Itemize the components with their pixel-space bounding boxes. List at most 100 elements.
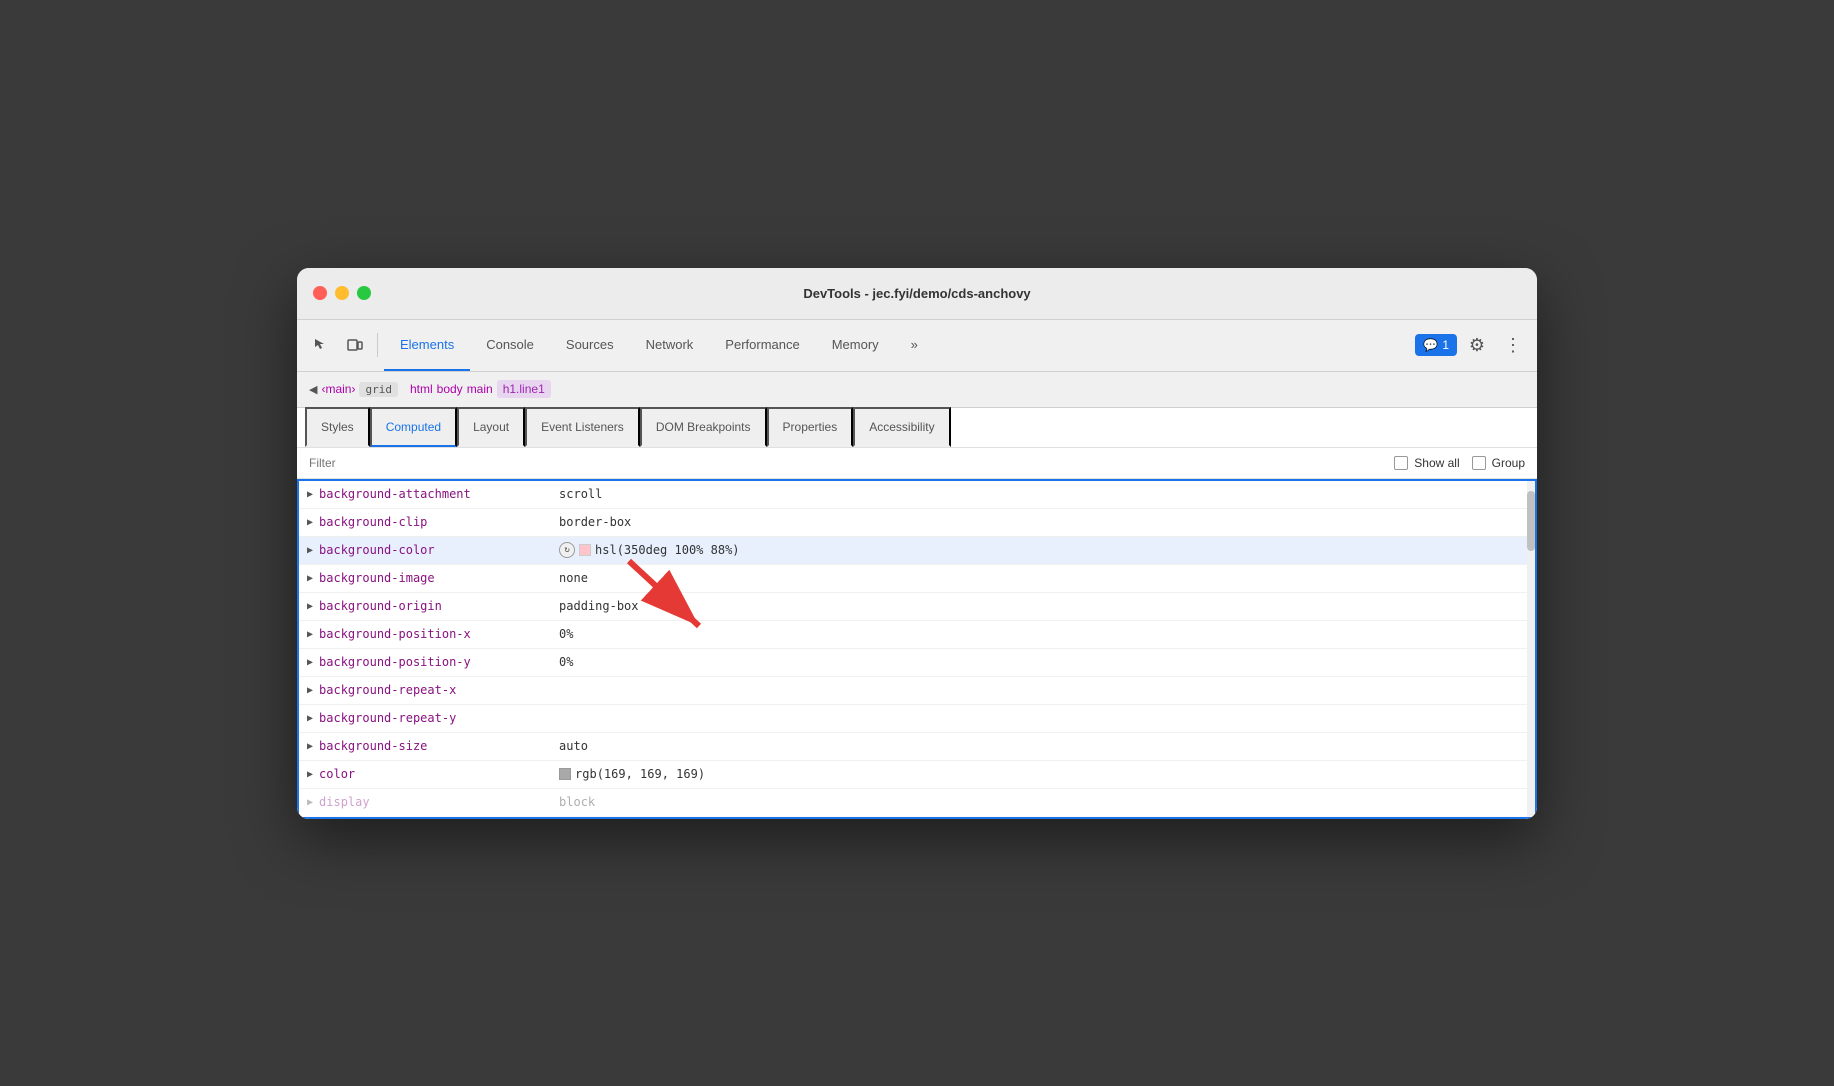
breadcrumb-main[interactable]: main <box>467 382 493 396</box>
prop-name: background-color <box>319 543 559 557</box>
tab-network[interactable]: Network <box>630 319 710 371</box>
more-options-button[interactable]: ⋮ <box>1497 329 1529 361</box>
expand-triangle[interactable]: ▶ <box>307 713 313 724</box>
prop-row-display[interactable]: ▶ display block <box>299 789 1535 817</box>
prop-name: background-size <box>319 739 559 753</box>
filter-bar: Show all Group <box>297 448 1537 479</box>
prop-row-background-repeat-y[interactable]: ▶ background-repeat-y <box>299 705 1535 733</box>
maximize-button[interactable] <box>357 286 371 300</box>
breadcrumb-h1[interactable]: h1.line1 <box>497 380 551 398</box>
prop-row-color[interactable]: ▶ color rgb(169, 169, 169) <box>299 761 1535 789</box>
prop-row-background-attachment[interactable]: ▶ background-attachment scroll <box>299 481 1535 509</box>
gear-icon: ⚙ <box>1469 335 1485 356</box>
prop-row-background-position-y[interactable]: ▶ background-position-y 0% <box>299 649 1535 677</box>
inherit-icon[interactable]: ↻ <box>559 542 575 558</box>
main-content: Show all Group ▶ background-attachment s… <box>297 448 1537 819</box>
prop-name: background-image <box>319 571 559 585</box>
breadcrumb-arrow: ◀ <box>309 383 317 396</box>
group-checkbox[interactable] <box>1472 456 1486 470</box>
prop-name: background-repeat-y <box>319 711 559 725</box>
close-button[interactable] <box>313 286 327 300</box>
prop-value: block <box>559 795 1527 809</box>
subtab-event-listeners[interactable]: Event Listeners <box>525 407 640 447</box>
minimize-button[interactable] <box>335 286 349 300</box>
show-all-checkbox[interactable] <box>1394 456 1408 470</box>
expand-triangle[interactable]: ▶ <box>307 601 313 612</box>
subtab-layout[interactable]: Layout <box>457 407 525 447</box>
prop-value: 0% <box>559 655 1527 669</box>
tab-sources[interactable]: Sources <box>550 319 630 371</box>
titlebar: DevTools - jec.fyi/demo/cds-anchovy <box>297 268 1537 320</box>
window-title: DevTools - jec.fyi/demo/cds-anchovy <box>803 286 1030 301</box>
show-all-label[interactable]: Show all <box>1394 456 1459 470</box>
subtab-properties[interactable]: Properties <box>767 407 854 447</box>
filter-input[interactable] <box>309 456 1386 470</box>
subtab-accessibility[interactable]: Accessibility <box>853 407 950 447</box>
tab-memory[interactable]: Memory <box>816 319 895 371</box>
property-list[interactable]: ▶ background-attachment scroll ▶ backgro… <box>297 479 1537 819</box>
tab-elements[interactable]: Elements <box>384 319 470 371</box>
breadcrumb-html[interactable]: html <box>410 382 433 396</box>
breadcrumb-bar: ◀ ‹main› grid html body main h1.line1 <box>297 372 1537 408</box>
more-icon: ⋮ <box>1504 335 1522 356</box>
chat-badge-button[interactable]: 💬 1 <box>1415 334 1457 356</box>
prop-row-background-repeat-x[interactable]: ▶ background-repeat-x <box>299 677 1535 705</box>
device-toolbar-button[interactable] <box>339 329 371 361</box>
scrollbar-track[interactable] <box>1527 481 1535 817</box>
prop-row-background-origin[interactable]: ▶ background-origin padding-box <box>299 593 1535 621</box>
group-label[interactable]: Group <box>1472 456 1525 470</box>
expand-triangle[interactable]: ▶ <box>307 629 313 640</box>
prop-value: auto <box>559 739 1527 753</box>
main-toolbar: Elements Console Sources Network Perform… <box>297 320 1537 372</box>
toolbar-separator <box>377 333 378 357</box>
tab-more[interactable]: » <box>895 319 934 371</box>
prop-name: display <box>319 795 559 809</box>
color-swatch[interactable] <box>579 544 591 556</box>
prop-row-background-position-x[interactable]: ▶ background-position-x 0% <box>299 621 1535 649</box>
breadcrumb-grid-tag: grid <box>359 382 398 397</box>
prop-row-background-image[interactable]: ▶ background-image none <box>299 565 1535 593</box>
expand-triangle[interactable]: ▶ <box>307 685 313 696</box>
scrollbar-thumb[interactable] <box>1527 491 1535 551</box>
prop-value: ↻ hsl(350deg 100% 88%) <box>559 542 1527 558</box>
subtab-dom-breakpoints[interactable]: DOM Breakpoints <box>640 407 767 447</box>
subtabs: Styles Computed Layout Event Listeners D… <box>297 408 1537 448</box>
prop-value: 0% <box>559 627 1527 641</box>
expand-triangle[interactable]: ▶ <box>307 545 313 556</box>
color-swatch[interactable] <box>559 768 571 780</box>
breadcrumb-item-main-tag[interactable]: ‹main› <box>321 382 355 396</box>
prop-value: scroll <box>559 487 1527 501</box>
traffic-lights <box>313 286 371 300</box>
devtools-window: DevTools - jec.fyi/demo/cds-anchovy Elem… <box>297 268 1537 819</box>
prop-row-background-clip[interactable]: ▶ background-clip border-box <box>299 509 1535 537</box>
prop-value: none <box>559 571 1527 585</box>
prop-name: color <box>319 767 559 781</box>
subtab-computed[interactable]: Computed <box>370 407 457 447</box>
tab-console[interactable]: Console <box>470 319 550 371</box>
expand-triangle[interactable]: ▶ <box>307 573 313 584</box>
expand-triangle[interactable]: ▶ <box>307 741 313 752</box>
prop-name: background-origin <box>319 599 559 613</box>
expand-triangle[interactable]: ▶ <box>307 797 313 808</box>
prop-row-background-size[interactable]: ▶ background-size auto <box>299 733 1535 761</box>
expand-triangle[interactable]: ▶ <box>307 657 313 668</box>
prop-name: background-repeat-x <box>319 683 559 697</box>
main-tabs: Elements Console Sources Network Perform… <box>384 319 1413 371</box>
prop-name: background-clip <box>319 515 559 529</box>
inspect-element-button[interactable] <box>305 329 337 361</box>
subtab-styles[interactable]: Styles <box>305 407 370 447</box>
prop-name: background-position-y <box>319 655 559 669</box>
prop-row-background-color[interactable]: ▶ background-color ↻ hsl(350deg 100% 88%… <box>299 537 1535 565</box>
breadcrumb-body[interactable]: body <box>437 382 463 396</box>
prop-value: rgb(169, 169, 169) <box>559 767 1527 781</box>
chat-icon: 💬 <box>1423 338 1438 352</box>
prop-value: padding-box <box>559 599 1527 613</box>
filter-options: Show all Group <box>1394 456 1525 470</box>
expand-triangle[interactable]: ▶ <box>307 769 313 780</box>
expand-triangle[interactable]: ▶ <box>307 489 313 500</box>
prop-value: border-box <box>559 515 1527 529</box>
settings-button[interactable]: ⚙ <box>1461 329 1493 361</box>
expand-triangle[interactable]: ▶ <box>307 517 313 528</box>
tab-performance[interactable]: Performance <box>709 319 815 371</box>
prop-name: background-position-x <box>319 627 559 641</box>
